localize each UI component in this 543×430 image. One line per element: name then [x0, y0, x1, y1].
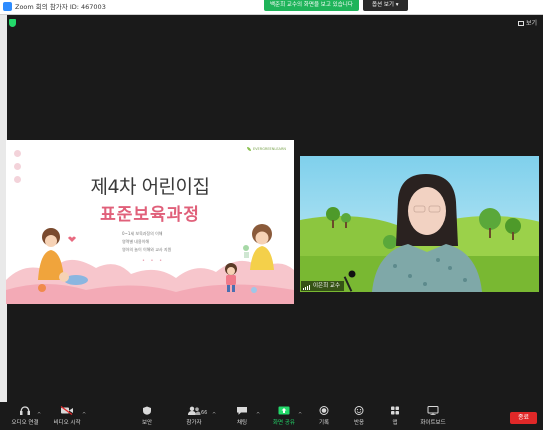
participants-button[interactable]: 참가자 — [174, 406, 214, 426]
slide-title-line1: 제4차 어린이집 — [90, 176, 210, 198]
video-start-button[interactable]: 비디오 시작 — [47, 406, 87, 426]
chat-icon — [237, 407, 247, 415]
video-options-chevron-icon[interactable]: ^ — [82, 412, 86, 418]
share-options-chevron-icon[interactable]: ^ — [298, 412, 302, 418]
slide-logo: EVERGREENLEARN — [246, 147, 286, 151]
shield-icon — [143, 406, 151, 415]
end-meeting-button[interactable]: 종료 — [510, 412, 537, 424]
security-label: 보안 — [141, 420, 153, 426]
view-button-label: 보기 — [525, 20, 537, 27]
participants-label: 참가자 — [186, 420, 202, 426]
chat-label: 채팅 — [236, 420, 248, 426]
meeting-toolbar: 오디오 연결 ^ 비디오 시작 ^ 보안 참가자 66 ^ 채팅 ^ 화면 공유… — [0, 402, 543, 430]
shared-screen-slide: EVERGREENLEARN 제4차 어린이집 표준보육과정 0~1세 보육과정… — [6, 140, 294, 304]
apps-button[interactable]: 앱 — [375, 406, 415, 426]
slide-logo-text: EVERGREENLEARN — [252, 147, 286, 151]
reactions-label: 반응 — [353, 420, 365, 426]
slide-deco-dot — [14, 150, 21, 157]
slide-bullet: 영역별 내용이해 — [122, 239, 150, 244]
signal-bars-icon — [303, 281, 311, 290]
record-label: 기록 — [318, 420, 330, 426]
sharing-banner: 백준희 교수의 화면을 보고 있습니다 — [264, 0, 359, 11]
headphone-icon — [20, 406, 30, 415]
reactions-button[interactable]: 반응 — [339, 406, 379, 426]
grid-view-icon — [517, 21, 524, 26]
view-button[interactable]: 보기 — [517, 18, 537, 27]
apps-label: 앱 — [392, 420, 398, 426]
record-button[interactable]: 기록 — [304, 406, 344, 426]
window-title: Zoom 회의 참가자 ID: 467003 — [15, 3, 106, 11]
zoom-app-icon — [3, 2, 12, 11]
slide-deco-dot — [14, 163, 21, 170]
participant-count: 66 — [201, 410, 208, 416]
participants-options-chevron-icon[interactable]: ^ — [212, 412, 216, 418]
chat-options-chevron-icon[interactable]: ^ — [256, 412, 260, 418]
speaker-name-tag: 이은희 교수 — [301, 281, 345, 291]
speaker-name: 이은희 교수 — [313, 283, 341, 289]
whiteboard-button[interactable]: 화이트보드 — [413, 406, 453, 426]
slide-title-line2: 표준보육과정 — [100, 205, 200, 225]
slide-bullet-list: 0~1세 보육과정의 이해 영역별 내용이해 영아의 놀이 이해와 교사 지원 — [122, 230, 171, 254]
video-off-icon — [60, 406, 73, 415]
slide-bullet: 영아의 놀이 이해와 교사 지원 — [122, 247, 172, 252]
security-button[interactable]: 보안 — [127, 406, 167, 426]
whiteboard-icon — [427, 406, 439, 415]
slide-bullet: 0~1세 보육과정의 이해 — [122, 231, 163, 236]
video-start-label: 비디오 시작 — [53, 420, 81, 426]
share-screen-icon — [278, 406, 290, 415]
audio-join-label: 오디오 연결 — [11, 420, 39, 426]
view-options-button[interactable]: 옵션 보기 ▾ — [363, 0, 408, 11]
reaction-icon — [354, 406, 364, 415]
participants-icon — [188, 406, 201, 415]
apps-icon — [391, 406, 399, 415]
speaker-video-frame — [300, 156, 539, 292]
share-screen-label: 화면 공유 — [273, 420, 295, 426]
speaker-video[interactable]: 이은희 교수 — [300, 156, 539, 292]
slide-dots: • • • — [142, 258, 165, 264]
whiteboard-label: 화이트보드 — [420, 420, 446, 426]
record-icon — [319, 406, 329, 415]
encryption-shield-icon[interactable] — [9, 19, 16, 27]
audio-options-chevron-icon[interactable]: ^ — [37, 412, 41, 418]
